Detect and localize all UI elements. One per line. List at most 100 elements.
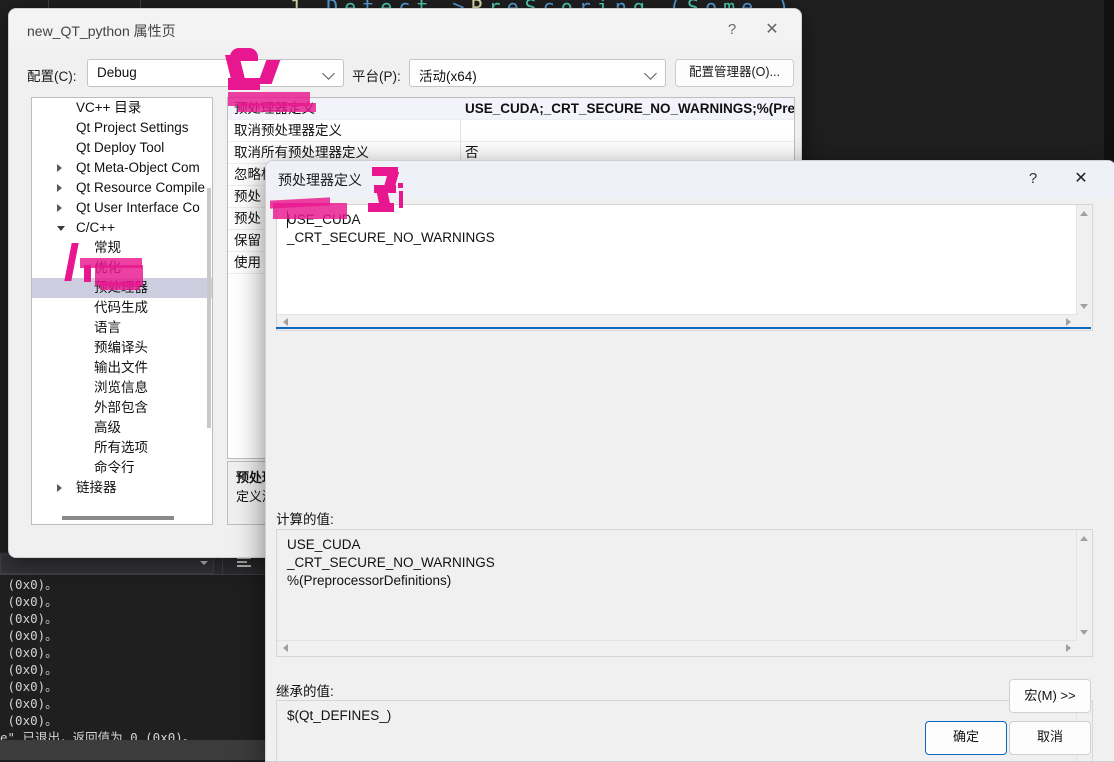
config-combobox[interactable]: Debug	[87, 59, 344, 87]
cancel-button[interactable]: 取消	[1009, 721, 1091, 755]
scrollbar-thumb[interactable]	[207, 188, 211, 428]
tree-item-输出文件[interactable]: 输出文件	[32, 358, 212, 378]
tree-item-label: 链接器	[76, 478, 117, 498]
chevron-down-icon	[322, 67, 335, 80]
tree-item-常规[interactable]: 常规	[32, 238, 212, 258]
tree-item-高级[interactable]: 高级	[32, 418, 212, 438]
tree-item-命令行[interactable]: 命令行	[32, 458, 212, 478]
tree-item-外部包含[interactable]: 外部包含	[32, 398, 212, 418]
computed-value-box: USE_CUDA _CRT_SECURE_NO_WARNINGS %(Prepr…	[276, 529, 1093, 657]
tree-item-链接器[interactable]: 链接器	[32, 478, 212, 498]
tree-item-label: Qt Resource Compile	[76, 178, 205, 198]
grid-row-name: 保留	[234, 230, 261, 251]
tree-item-label: 输出文件	[94, 358, 148, 378]
tree-vertical-scrollbar[interactable]	[206, 98, 212, 524]
tree-item-浏览信息[interactable]: 浏览信息	[32, 378, 212, 398]
computed-value-text: USE_CUDA _CRT_SECURE_NO_WARNINGS %(Prepr…	[287, 536, 1072, 590]
platform-combobox[interactable]: 活动(x64)	[409, 59, 666, 87]
inherited-value-label: 继承的值:	[276, 680, 334, 700]
platform-combobox-value: 活动(x64)	[419, 65, 477, 85]
tree-item-label: Qt User Interface Co	[76, 198, 200, 218]
scroll-down-arrow-icon[interactable]	[1080, 630, 1088, 635]
scrollbar-thumb[interactable]	[62, 516, 174, 520]
tree-item-Qt Meta-Object Com[interactable]: Qt Meta-Object Com	[32, 158, 212, 178]
computed-value-label: 计算的值:	[276, 508, 334, 528]
tree-list: VC++ 目录Qt Project SettingsQt Deploy Tool…	[32, 98, 212, 498]
tree-item-label: 高级	[94, 418, 121, 438]
grid-row-name: 取消预处理器定义	[234, 120, 342, 141]
horizontal-scrollbar[interactable]	[277, 640, 1077, 656]
tree-item-语言[interactable]: 语言	[32, 318, 212, 338]
tree-item-label: 优化	[94, 258, 121, 278]
tree-item-Qt User Interface Co[interactable]: Qt User Interface Co	[32, 198, 212, 218]
config-label: 配置(C):	[27, 65, 77, 85]
config-combobox-value: Debug	[97, 65, 137, 80]
tree-item-label: 外部包含	[94, 398, 148, 418]
tree-item-label: 代码生成	[94, 298, 148, 318]
macro-button[interactable]: 宏(M) >>	[1009, 679, 1091, 713]
tree-item-label: 命令行	[94, 458, 135, 478]
tree-item-代码生成[interactable]: 代码生成	[32, 298, 212, 318]
scroll-right-arrow-icon[interactable]	[1066, 644, 1071, 652]
tree-item-label: Qt Meta-Object Com	[76, 158, 200, 178]
tree-item-label: 浏览信息	[94, 378, 148, 398]
grid-row-value: USE_CUDA;_CRT_SECURE_NO_WARNINGS;%(Prepr…	[465, 98, 795, 119]
vertical-scrollbar[interactable]	[1076, 205, 1092, 315]
focus-underline	[276, 327, 1091, 329]
preprocessor-definitions-dialog: 预处理器定义 ? ✕ USE_CUDA _CRT_SECURE_NO_WARNI…	[265, 160, 1114, 762]
close-icon[interactable]: ✕	[1066, 167, 1096, 191]
chevron-right-icon[interactable]	[57, 204, 62, 212]
chevron-right-icon[interactable]	[57, 184, 62, 192]
tree-item-所有选项[interactable]: 所有选项	[32, 438, 212, 458]
vertical-scrollbar[interactable]	[1076, 530, 1092, 641]
tree-item-预处理器[interactable]: 预处理器	[32, 278, 212, 298]
chevron-down-icon	[200, 561, 208, 565]
configuration-manager-button[interactable]: 配置管理器(O)...	[675, 59, 794, 87]
tree-item-预编译头[interactable]: 预编译头	[32, 338, 212, 358]
platform-label: 平台(P):	[352, 65, 401, 85]
preprocessor-definitions-text: USE_CUDA _CRT_SECURE_NO_WARNINGS	[287, 211, 1072, 247]
tree-item-label: C/C++	[76, 218, 115, 238]
property-pages-title: new_QT_python 属性页	[27, 21, 176, 41]
tree-item-label: Qt Project Settings	[76, 118, 189, 138]
grid-row-name: 预处	[234, 208, 261, 229]
tree-item-优化[interactable]: 优化	[32, 258, 212, 278]
config-platform-row: 配置(C): Debug 平台(P): 活动(x64) 配置管理器(O)...	[9, 47, 801, 91]
tree-item-VC++ 目录[interactable]: VC++ 目录	[32, 98, 212, 118]
tree-item-label: 所有选项	[94, 438, 148, 458]
chevron-down-icon	[644, 67, 657, 80]
chevron-down-icon[interactable]	[57, 226, 65, 231]
tree-item-label: 语言	[94, 318, 121, 338]
tree-horizontal-scrollbar[interactable]	[32, 512, 212, 524]
tree-item-label: 预处理器	[94, 278, 148, 298]
tree-item-Qt Resource Compile[interactable]: Qt Resource Compile	[32, 178, 212, 198]
close-icon[interactable]: ✕	[757, 18, 787, 42]
tree-item-C/C++[interactable]: C/C++	[32, 218, 212, 238]
preprocessor-dialog-titlebar: 预处理器定义 ? ✕	[266, 161, 1114, 197]
grid-row[interactable]: 取消预处理器定义	[228, 120, 794, 142]
tree-item-Qt Deploy Tool[interactable]: Qt Deploy Tool	[32, 138, 212, 158]
help-icon[interactable]: ?	[1018, 167, 1048, 191]
ok-button[interactable]: 确定	[925, 721, 1007, 755]
grid-row-name: 预处	[234, 186, 261, 207]
grid-row[interactable]: 预处理器定义USE_CUDA;_CRT_SECURE_NO_WARNINGS;%…	[228, 98, 794, 120]
scroll-up-arrow-icon[interactable]	[1080, 536, 1088, 541]
scroll-left-arrow-icon[interactable]	[283, 318, 288, 326]
tree-item-label: 常规	[94, 238, 121, 258]
tree-item-label: Qt Deploy Tool	[76, 138, 164, 158]
scroll-right-arrow-icon[interactable]	[1066, 318, 1071, 326]
scroll-left-arrow-icon[interactable]	[283, 644, 288, 652]
clear-all-icon[interactable]	[237, 557, 251, 569]
tree-item-Qt Project Settings[interactable]: Qt Project Settings	[32, 118, 212, 138]
help-icon[interactable]: ?	[717, 18, 747, 42]
tree-item-label: 预编译头	[94, 338, 148, 358]
property-pages-tree[interactable]: VC++ 目录Qt Project SettingsQt Deploy Tool…	[31, 97, 213, 525]
scrollbar-corner	[1077, 641, 1092, 656]
property-pages-titlebar: new_QT_python 属性页 ? ✕	[9, 9, 801, 47]
scroll-down-arrow-icon[interactable]	[1080, 304, 1088, 309]
chevron-right-icon[interactable]	[57, 484, 62, 492]
preprocessor-definitions-textarea[interactable]: USE_CUDA _CRT_SECURE_NO_WARNINGS	[276, 204, 1093, 331]
chevron-right-icon[interactable]	[57, 164, 62, 172]
scroll-up-arrow-icon[interactable]	[1080, 211, 1088, 216]
preprocessor-dialog-title: 预处理器定义	[278, 170, 362, 190]
